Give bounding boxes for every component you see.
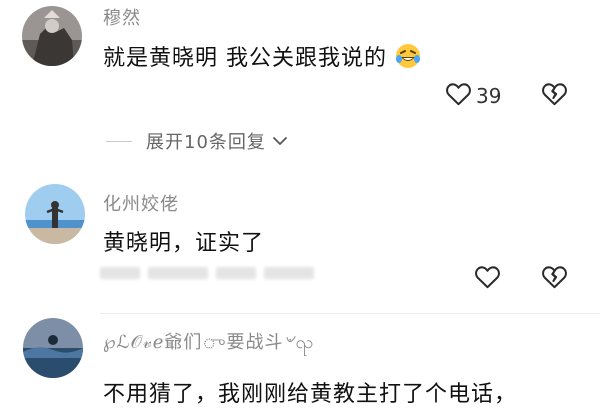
avatar[interactable] — [22, 6, 82, 66]
comment-thread: 穆然 就是黄晓明 我公关跟我说的 39 展开10条回复 化州姣佬 黄晓明，证实了… — [0, 0, 600, 412]
expand-replies-label: 展开10条回复 — [146, 132, 266, 153]
blurred-block — [216, 267, 256, 279]
laughing-emoji-icon — [395, 43, 421, 75]
blurred-block — [100, 267, 140, 279]
blurred-block — [148, 267, 208, 279]
comment-item: ℘ℒ𝒪𝓋ℯ爺们ு要战斗৺ၺ 不用猜了，我刚刚给黄教主打了个电话， — [0, 318, 600, 412]
comment-text: 黄晓明，证实了 — [103, 231, 265, 256]
like-button[interactable]: 39 — [445, 81, 501, 110]
blurred-block — [264, 267, 314, 279]
comment-text: 不用猜了，我刚刚给黄教主打了个电话， — [103, 382, 518, 407]
comment-item: 穆然 就是黄晓明 我公关跟我说的 39 — [0, 0, 600, 125]
divider — [100, 313, 600, 314]
like-button[interactable] — [474, 264, 501, 293]
comment-item: 化州姣佬 黄晓明，证实了 — [0, 180, 600, 310]
chevron-down-icon — [272, 135, 288, 147]
avatar[interactable] — [25, 184, 85, 244]
blurred-metadata — [100, 265, 320, 281]
avatar[interactable] — [23, 318, 83, 378]
dislike-button[interactable] — [541, 81, 568, 110]
divider-line — [106, 140, 132, 142]
dislike-button[interactable] — [541, 264, 568, 293]
comment-username[interactable]: ℘ℒ𝒪𝓋ℯ爺们ு要战斗৺ၺ — [103, 328, 314, 359]
broken-heart-icon — [541, 81, 568, 110]
like-count: 39 — [476, 83, 502, 108]
expand-replies-button[interactable]: 展开10条回复 — [106, 128, 288, 154]
comment-text-content: 就是黄晓明 我公关跟我说的 — [103, 46, 387, 71]
comment-text: 就是黄晓明 我公关跟我说的 — [103, 40, 421, 75]
comment-username[interactable]: 穆然 — [103, 4, 141, 30]
comment-username[interactable]: 化州姣佬 — [103, 190, 179, 216]
heart-outline-icon — [445, 81, 472, 110]
heart-outline-icon — [474, 264, 501, 293]
broken-heart-icon — [541, 264, 568, 293]
